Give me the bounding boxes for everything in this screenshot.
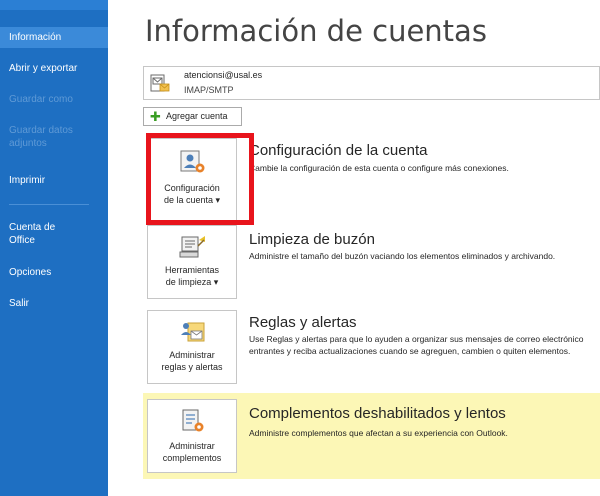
addins-icon — [182, 409, 204, 432]
plus-icon: ✚ — [150, 109, 161, 124]
sidebar-top-strip — [0, 0, 108, 10]
account-type: IMAP/SMTP — [184, 85, 234, 95]
section-title: Limpieza de buzón — [249, 231, 375, 248]
section-title: Complementos deshabilitados y lentos — [249, 405, 506, 422]
add-account-button[interactable]: ✚ Agregar cuenta — [143, 107, 242, 126]
section-addins: Administrar complementos Complementos de… — [143, 398, 600, 474]
mail-account-icon — [150, 74, 170, 92]
nav-item-label: Cuenta de Office — [9, 222, 56, 246]
nav-item-imprimir[interactable]: Imprimir — [0, 174, 108, 187]
nav-item-guardar-adjuntos[interactable]: Guardar datos adjuntos — [0, 124, 80, 150]
tile-label: Herramientas — [164, 265, 220, 275]
tile-label: de limpieza ▾ — [165, 277, 219, 287]
nav-item-abrir-exportar[interactable]: Abrir y exportar — [0, 62, 108, 75]
nav-item-informacion[interactable]: Información — [0, 27, 108, 48]
red-highlight-annotation — [146, 133, 254, 225]
nav-item-label: Salir — [9, 298, 30, 309]
tile-label: Administrar — [169, 350, 215, 360]
section-mailbox-cleanup: Herramientas de limpieza ▾ Limpieza de b… — [143, 225, 600, 305]
account-email: atencionsi@usal.es — [184, 70, 263, 80]
nav-item-opciones[interactable]: Opciones — [0, 266, 108, 279]
nav-item-cuenta-office[interactable]: Cuenta de Office — [0, 221, 75, 247]
section-rules-alerts: Administrar reglas y alertas Reglas y al… — [143, 310, 600, 390]
section-title: Configuración de la cuenta — [249, 142, 428, 159]
page-title: Información de cuentas — [145, 14, 487, 48]
section-title: Reglas y alertas — [249, 314, 357, 331]
nav-item-label: Abrir y exportar — [9, 63, 78, 74]
nav-item-label: Guardar datos adjuntos — [9, 125, 73, 149]
section-description: Cambie la configuración de esta cuenta o… — [249, 163, 509, 173]
nav-item-salir[interactable]: Salir — [0, 297, 108, 310]
nav-item-guardar-como[interactable]: Guardar como — [0, 93, 108, 106]
cleanup-tools-button[interactable]: Herramientas de limpieza ▾ — [147, 225, 237, 299]
nav-item-label: Información — [9, 32, 62, 43]
backstage-sidebar: Información Abrir y exportar Guardar com… — [0, 0, 108, 496]
nav-item-label: Guardar como — [9, 94, 73, 105]
nav-item-label: Opciones — [9, 267, 52, 278]
tile-label: reglas y alertas — [161, 362, 223, 372]
tile-label: complementos — [162, 453, 222, 463]
rules-alerts-icon — [181, 322, 205, 342]
nav-item-label: Imprimir — [9, 175, 46, 186]
manage-rules-button[interactable]: Administrar reglas y alertas — [147, 310, 237, 384]
add-account-label: Agregar cuenta — [166, 111, 228, 121]
section-description: Administre complementos que afectan a su… — [249, 428, 508, 438]
cleanup-tools-icon — [179, 236, 205, 258]
account-selector[interactable]: atencionsi@usal.es IMAP/SMTP — [143, 66, 600, 100]
manage-addins-button[interactable]: Administrar complementos — [147, 399, 237, 473]
tile-label: Administrar — [169, 441, 215, 451]
section-description: Administre el tamaño del buzón vaciando … — [249, 251, 556, 261]
nav-separator — [9, 204, 89, 205]
section-description: Use Reglas y alertas para que lo ayuden … — [249, 334, 584, 356]
